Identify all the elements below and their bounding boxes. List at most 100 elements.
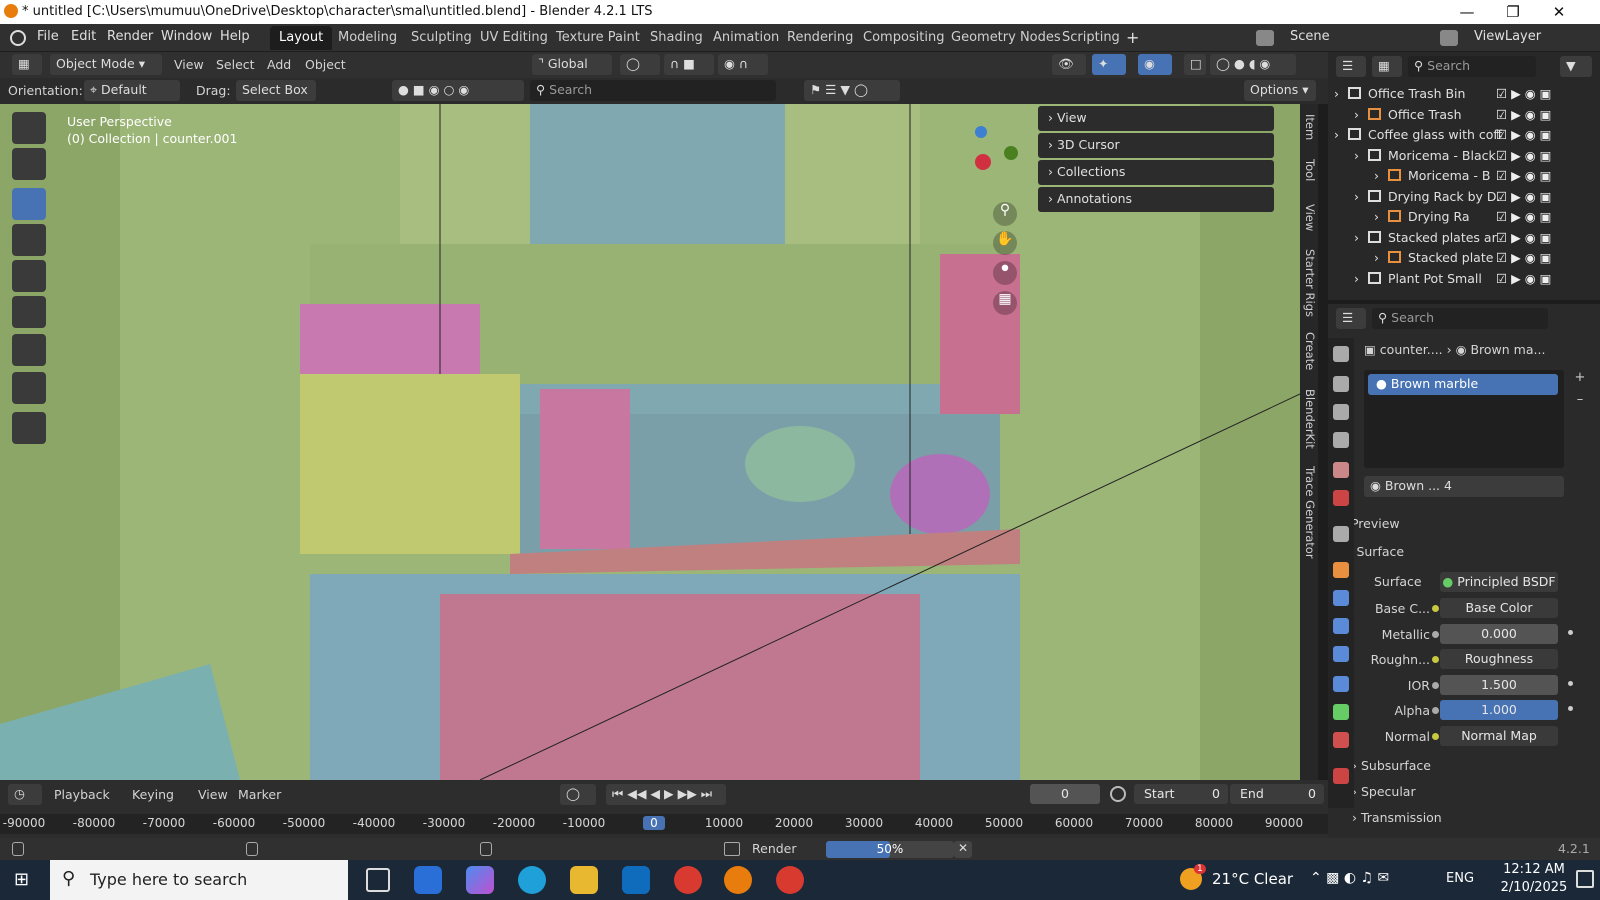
surface-shader-field[interactable]: ● Principled BSDF bbox=[1440, 572, 1558, 592]
socket-icon[interactable] bbox=[1432, 656, 1439, 663]
outliner-row[interactable]: › Plant Pot Small ☑ ▶ ◉ ▣ bbox=[1328, 269, 1600, 290]
outliner-row[interactable]: › Moricema - B ☑ ▶ ◉ ▣ bbox=[1328, 166, 1600, 187]
tool-tab-icon[interactable] bbox=[1333, 346, 1349, 362]
gizmo-x-axis-icon[interactable] bbox=[975, 154, 991, 170]
expand-icon[interactable]: › bbox=[1354, 148, 1359, 163]
file-explorer-icon[interactable] bbox=[570, 866, 598, 894]
shader-input-field[interactable]: Normal Map bbox=[1440, 725, 1558, 746]
outliner-row[interactable]: › Stacked plate ☑ ▶ ◉ ▣ bbox=[1328, 248, 1600, 269]
playback-controls[interactable]: ⏮ ◀◀ ◀ ▶ ▶▶ ⏭ bbox=[606, 784, 726, 805]
select-tool-icon[interactable] bbox=[12, 112, 46, 144]
close-button[interactable]: ✕ bbox=[1536, 0, 1582, 24]
task-view-icon[interactable] bbox=[366, 868, 390, 892]
outlook-icon[interactable] bbox=[622, 866, 650, 894]
tab-view[interactable]: View bbox=[1301, 204, 1317, 231]
expand-icon[interactable]: › bbox=[1354, 230, 1359, 245]
overlay-icon[interactable]: ◉ bbox=[1138, 54, 1172, 75]
visibility-toggles[interactable]: ☑ ▶ ◉ ▣ bbox=[1496, 271, 1551, 286]
move-tool-icon[interactable] bbox=[12, 188, 46, 220]
constraints-tab-icon[interactable] bbox=[1333, 676, 1349, 692]
breadcrumb-object[interactable]: counter.... bbox=[1380, 342, 1443, 357]
section-transmission[interactable]: › Transmission bbox=[1352, 810, 1442, 825]
socket-icon[interactable] bbox=[1432, 707, 1439, 714]
expand-icon[interactable]: › bbox=[1374, 250, 1379, 265]
material-slot-item[interactable]: ● Brown marble bbox=[1368, 374, 1558, 395]
store-icon[interactable] bbox=[414, 866, 442, 894]
tab-geometry-nodes[interactable]: Geometry Nodes bbox=[942, 26, 1070, 50]
outliner-row[interactable]: › Drying Rack by D. ☑ ▶ ◉ ▣ bbox=[1328, 187, 1600, 208]
tab-tool[interactable]: Tool bbox=[1301, 159, 1317, 181]
windows-start-icon[interactable]: ⊞ bbox=[14, 870, 34, 890]
pan-hand-icon[interactable]: ✋ bbox=[993, 231, 1017, 255]
xray-icon[interactable]: □ bbox=[1184, 54, 1206, 75]
gizmo-y-axis-icon[interactable] bbox=[1004, 146, 1018, 160]
menu-help[interactable]: Help bbox=[220, 29, 250, 44]
menu-edit[interactable]: Edit bbox=[71, 29, 96, 44]
visibility-toggles[interactable]: ☑ ▶ ◉ ▣ bbox=[1496, 189, 1551, 204]
orientation-dropdown[interactable]: ⌖ Default bbox=[84, 80, 180, 101]
menu-view[interactable]: View bbox=[174, 57, 204, 72]
properties-editor-icon[interactable]: ☰ bbox=[1336, 308, 1366, 329]
tab-uv-editing[interactable]: UV Editing bbox=[471, 26, 557, 50]
add-cube-tool-icon[interactable] bbox=[12, 412, 46, 444]
drag-dropdown[interactable]: Select Box bbox=[236, 80, 316, 101]
shader-input-field[interactable]: 0.000 bbox=[1440, 623, 1558, 644]
taskbar-search-input[interactable]: ⚲ Type here to search bbox=[50, 860, 348, 900]
shader-input-field[interactable]: 1.500 bbox=[1440, 674, 1558, 695]
tab-animation[interactable]: Animation bbox=[704, 26, 788, 50]
end-frame-field[interactable]: End 0 bbox=[1230, 784, 1324, 804]
current-frame-field[interactable]: 0 bbox=[1030, 784, 1100, 804]
world-tab-icon[interactable] bbox=[1333, 490, 1349, 506]
expand-icon[interactable]: › bbox=[1374, 168, 1379, 183]
add-workspace-icon[interactable]: + bbox=[1126, 28, 1139, 47]
keyframe-dot-icon[interactable] bbox=[1568, 706, 1573, 711]
tab-shading[interactable]: Shading bbox=[641, 26, 712, 50]
shader-input-field[interactable]: Roughness bbox=[1440, 649, 1558, 669]
outliner-search-input[interactable]: ⚲ Search bbox=[1408, 56, 1536, 77]
menu-select[interactable]: Select bbox=[216, 57, 255, 72]
display-mode-icon[interactable]: ▦ bbox=[1372, 56, 1402, 77]
outliner-editor-icon[interactable]: ☰ bbox=[1336, 56, 1366, 77]
tab-texture-paint[interactable]: Texture Paint bbox=[547, 26, 649, 50]
expand-icon[interactable]: › bbox=[1374, 209, 1379, 224]
expand-icon[interactable]: › bbox=[1354, 107, 1359, 122]
snap-icon[interactable]: ∩ ■ bbox=[664, 54, 714, 75]
scene-name[interactable]: Scene bbox=[1290, 29, 1330, 44]
visibility-toggles[interactable]: ☑ ▶ ◉ ▣ bbox=[1496, 209, 1551, 224]
visibility-icon[interactable]: 👁 bbox=[1052, 54, 1086, 75]
scale-tool-icon[interactable] bbox=[12, 260, 46, 292]
scene-tab-icon[interactable] bbox=[1333, 462, 1349, 478]
material-datablock[interactable]: ◉ Brown ... 4 bbox=[1364, 476, 1564, 497]
material-slot-list[interactable]: ● Brown marble bbox=[1364, 370, 1564, 468]
expand-icon[interactable]: › bbox=[1354, 271, 1359, 286]
perspective-toggle-icon[interactable]: ▦ bbox=[993, 291, 1017, 315]
tab-item[interactable]: Item bbox=[1301, 114, 1317, 140]
zoom-icon[interactable]: ⚲ bbox=[993, 202, 1017, 226]
tab-compositing[interactable]: Compositing bbox=[854, 26, 954, 50]
expand-icon[interactable]: › bbox=[1334, 86, 1339, 101]
output-tab-icon[interactable] bbox=[1333, 404, 1349, 420]
texture-tab-icon[interactable] bbox=[1333, 768, 1349, 784]
tab-sculpting[interactable]: Sculpting bbox=[402, 26, 481, 50]
gizmo-icon[interactable]: ✦ bbox=[1092, 54, 1126, 75]
outliner-row[interactable]: › Drying Ra ☑ ▶ ◉ ▣ bbox=[1328, 207, 1600, 228]
timeline-editor-icon[interactable]: ◷ bbox=[8, 784, 42, 805]
shader-input-field[interactable]: 1.000 bbox=[1440, 700, 1558, 720]
scene-icon[interactable] bbox=[1256, 30, 1274, 46]
maximize-button[interactable]: ❐ bbox=[1490, 0, 1536, 24]
system-tray-icons[interactable]: ⌃ ▩ ◐ ♫ ✉ bbox=[1310, 870, 1389, 886]
proportional-edit-icon[interactable]: ◉ ∩ bbox=[718, 54, 768, 75]
properties-search-input[interactable]: ⚲ Search bbox=[1372, 308, 1548, 329]
cursor-tool-icon[interactable] bbox=[12, 148, 46, 180]
expand-icon[interactable]: › bbox=[1334, 127, 1339, 142]
auto-key-icon[interactable]: ◯ bbox=[560, 784, 596, 805]
menu-render[interactable]: Render bbox=[107, 29, 153, 44]
visibility-toggles[interactable]: ☑ ▶ ◉ ▣ bbox=[1496, 127, 1551, 142]
material-tab-icon[interactable] bbox=[1333, 732, 1349, 748]
outliner-row[interactable]: › Office Trash Bin ☑ ▶ ◉ ▣ bbox=[1328, 84, 1600, 105]
options-dropdown[interactable]: Options ▾ bbox=[1244, 80, 1316, 101]
shading-mode-buttons[interactable]: ◯ ● ◖ ◉ bbox=[1210, 54, 1296, 75]
socket-icon[interactable] bbox=[1432, 681, 1439, 689]
viewlayer-name[interactable]: ViewLayer bbox=[1474, 29, 1541, 44]
copilot-icon[interactable] bbox=[466, 866, 494, 894]
